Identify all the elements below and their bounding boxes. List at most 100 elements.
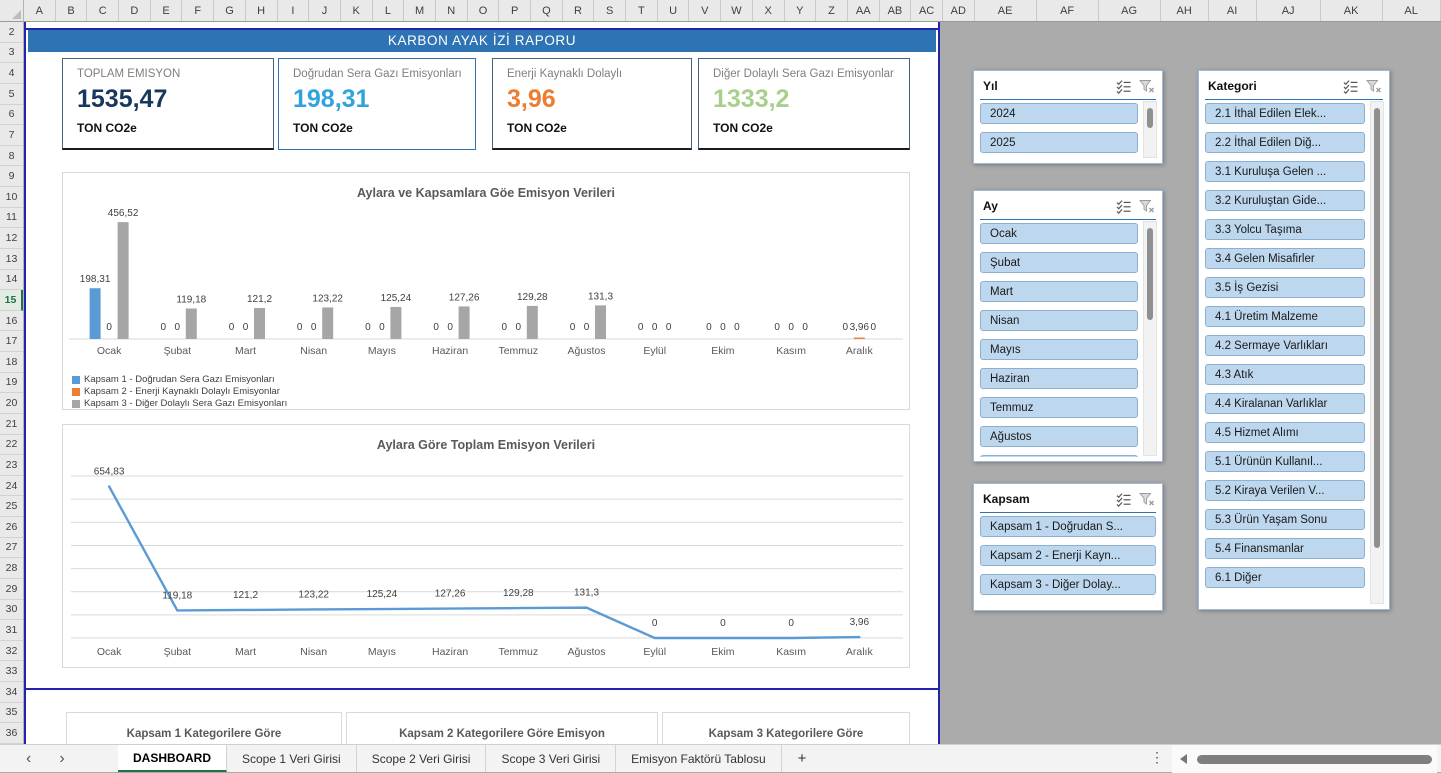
scroll-left-arrow-icon[interactable] <box>1180 754 1187 764</box>
multi-select-icon[interactable] <box>1116 492 1132 507</box>
slicer-item[interactable]: Kapsam 1 - Doğrudan S... <box>980 516 1156 537</box>
column-header-U[interactable]: U <box>658 0 690 21</box>
row-header-25[interactable]: 25 <box>0 496 23 517</box>
column-header-L[interactable]: L <box>373 0 405 21</box>
row-header-29[interactable]: 29 <box>0 579 23 600</box>
row-header-30[interactable]: 30 <box>0 600 23 621</box>
slicer-item[interactable]: Temmuz <box>980 397 1138 418</box>
row-header-5[interactable]: 5 <box>0 84 23 105</box>
row-header-18[interactable]: 18 <box>0 352 23 373</box>
row-header-32[interactable]: 32 <box>0 641 23 662</box>
column-header-W[interactable]: W <box>721 0 753 21</box>
column-header-K[interactable]: K <box>341 0 373 21</box>
column-header-S[interactable]: S <box>594 0 626 21</box>
clear-filter-icon[interactable] <box>1366 79 1382 94</box>
row-header-21[interactable]: 21 <box>0 414 23 435</box>
row-header-7[interactable]: 7 <box>0 125 23 146</box>
slicer-item[interactable]: 3.2 Kuruluştan Gide... <box>1205 190 1365 211</box>
chevron-right-icon[interactable]: › <box>59 751 64 767</box>
ellipsis-vertical-icon[interactable]: ⋮ <box>1150 749 1164 766</box>
row-header-28[interactable]: 28 <box>0 558 23 579</box>
column-header-AJ[interactable]: AJ <box>1257 0 1321 21</box>
column-header-AG[interactable]: AG <box>1099 0 1161 21</box>
row-header-8[interactable]: 8 <box>0 146 23 167</box>
row-header-14[interactable]: 14 <box>0 270 23 291</box>
row-header-35[interactable]: 35 <box>0 703 23 724</box>
scrollbar-thumb[interactable] <box>1147 108 1153 128</box>
slicer-scrollbar[interactable] <box>1370 101 1384 604</box>
slicer-item[interactable]: 2024 <box>980 103 1138 124</box>
scrollbar-thumb[interactable] <box>1147 228 1153 320</box>
slicer-item[interactable]: Ocak <box>980 223 1138 244</box>
slicer-item[interactable]: 4.2 Sermaye Varlıkları <box>1205 335 1365 356</box>
column-header-AF[interactable]: AF <box>1037 0 1099 21</box>
slicer-item[interactable]: Haziran <box>980 368 1138 389</box>
clear-filter-icon[interactable] <box>1139 79 1155 94</box>
row-header-36[interactable]: 36 <box>0 723 23 744</box>
slicer-item[interactable]: Kapsam 3 - Diğer Dolay... <box>980 574 1156 595</box>
slicer-item[interactable]: 3.3 Yolcu Taşıma <box>1205 219 1365 240</box>
row-header-26[interactable]: 26 <box>0 517 23 538</box>
column-header-G[interactable]: G <box>214 0 246 21</box>
sheet-tab-emisyon-fakt-r-tablosu[interactable]: Emisyon Faktörü Tablosu <box>616 745 782 772</box>
column-header-Y[interactable]: Y <box>785 0 817 21</box>
scrollbar-thumb[interactable] <box>1197 755 1432 764</box>
column-header-AB[interactable]: AB <box>880 0 912 21</box>
column-header-C[interactable]: C <box>87 0 119 21</box>
row-header-34[interactable]: 34 <box>0 682 23 703</box>
row-header-20[interactable]: 20 <box>0 393 23 414</box>
row-header-24[interactable]: 24 <box>0 476 23 497</box>
slicer-item[interactable]: 3.4 Gelen Misafirler <box>1205 248 1365 269</box>
slicer-scrollbar[interactable] <box>1143 101 1157 158</box>
sheet-tab-scope-3-veri-girisi[interactable]: Scope 3 Veri Girisi <box>486 745 616 772</box>
column-header-N[interactable]: N <box>436 0 468 21</box>
column-header-H[interactable]: H <box>246 0 278 21</box>
row-header-11[interactable]: 11 <box>0 208 23 229</box>
row-header-15[interactable]: 15 <box>0 290 23 311</box>
column-header-F[interactable]: F <box>182 0 214 21</box>
sheet-tab-scope-2-veri-girisi[interactable]: Scope 2 Veri Girisi <box>357 745 487 772</box>
slicer-item[interactable]: 4.4 Kiralanan Varlıklar <box>1205 393 1365 414</box>
row-header-6[interactable]: 6 <box>0 105 23 126</box>
sheet-tab-dashboard[interactable]: DASHBOARD <box>118 745 227 772</box>
column-header-AK[interactable]: AK <box>1321 0 1383 21</box>
row-header-10[interactable]: 10 <box>0 187 23 208</box>
slicer-item[interactable]: 3.5 İş Gezisi <box>1205 277 1365 298</box>
row-header-4[interactable]: 4 <box>0 63 23 84</box>
slicer-item[interactable]: 5.3 Ürün Yaşam Sonu <box>1205 509 1365 530</box>
row-header-23[interactable]: 23 <box>0 455 23 476</box>
slicer-item[interactable]: 5.4 Finansmanlar <box>1205 538 1365 559</box>
column-header-A[interactable]: A <box>24 0 56 21</box>
column-header-AI[interactable]: AI <box>1209 0 1257 21</box>
slicer-item[interactable]: 2025 <box>980 132 1138 153</box>
slicer-item[interactable]: 5.1 Ürünün Kullanıl... <box>1205 451 1365 472</box>
row-header-22[interactable]: 22 <box>0 435 23 456</box>
slicer-item[interactable]: 2.1 İthal Edilen Elek... <box>1205 103 1365 124</box>
slicer-item[interactable]: 4.1 Üretim Malzeme <box>1205 306 1365 327</box>
column-header-AA[interactable]: AA <box>848 0 880 21</box>
slicer-item[interactable]: 2.2 İthal Edilen Diğ... <box>1205 132 1365 153</box>
column-header-P[interactable]: P <box>499 0 531 21</box>
slicer-item[interactable]: 3.1 Kuruluşa Gelen ... <box>1205 161 1365 182</box>
slicer-item[interactable]: Eylül <box>980 455 1138 457</box>
slicer-item[interactable]: Ağustos <box>980 426 1138 447</box>
row-header-9[interactable]: 9 <box>0 166 23 187</box>
column-header-O[interactable]: O <box>468 0 500 21</box>
column-header-B[interactable]: B <box>56 0 88 21</box>
row-header-27[interactable]: 27 <box>0 538 23 559</box>
sheet-tab-scope-1-veri-girisi[interactable]: Scope 1 Veri Girisi <box>227 745 357 772</box>
add-sheet-button[interactable]: + <box>782 745 823 772</box>
multi-select-icon[interactable] <box>1343 79 1359 94</box>
slicer-item[interactable]: Kapsam 2 - Enerji Kayn... <box>980 545 1156 566</box>
row-header-33[interactable]: 33 <box>0 661 23 682</box>
slicer-item[interactable]: Nisan <box>980 310 1138 331</box>
slicer-item[interactable]: Mayıs <box>980 339 1138 360</box>
row-header-3[interactable]: 3 <box>0 43 23 64</box>
column-header-AD[interactable]: AD <box>943 0 975 21</box>
column-header-D[interactable]: D <box>119 0 151 21</box>
row-header-2[interactable]: 2 <box>0 22 23 43</box>
scrollbar-thumb[interactable] <box>1374 108 1380 548</box>
column-header-AE[interactable]: AE <box>975 0 1037 21</box>
column-header-AH[interactable]: AH <box>1161 0 1209 21</box>
clear-filter-icon[interactable] <box>1139 492 1155 507</box>
